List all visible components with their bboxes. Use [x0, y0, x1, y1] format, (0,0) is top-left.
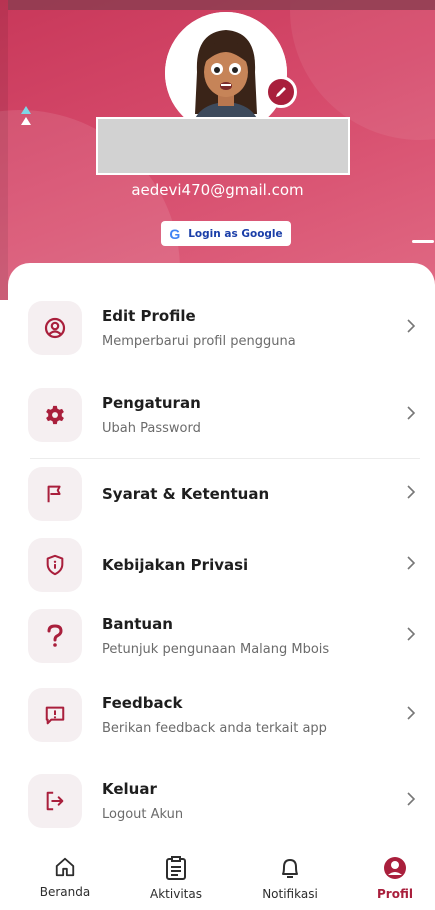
menu-item-subtitle: Memperbarui profil pengguna: [102, 334, 296, 349]
nav-label: Profil: [377, 887, 413, 901]
logout-icon: [28, 774, 82, 828]
scroll-indicator: [412, 240, 434, 243]
profile-header: aedevi470@gmail.com G Login as Google: [0, 0, 435, 300]
menu-item-pengaturan[interactable]: Pengaturan Ubah Password: [28, 387, 428, 443]
menu-item-title: Edit Profile: [102, 307, 196, 325]
login-google-button[interactable]: G Login as Google: [161, 221, 291, 246]
chevron-right-icon: [407, 556, 416, 570]
nav-notifikasi[interactable]: Notifikasi: [245, 856, 335, 901]
chevron-right-icon: [407, 792, 416, 806]
question-icon: [28, 609, 82, 663]
pencil-icon: [276, 87, 286, 97]
menu-item-title: Syarat & Ketentuan: [102, 485, 270, 503]
flag-icon: [28, 467, 82, 521]
shield-info-icon: [28, 538, 82, 592]
menu-item-edit-profile[interactable]: Edit Profile Memperbarui profil pengguna: [28, 300, 428, 356]
home-icon: [55, 857, 75, 877]
menu-item-subtitle: Berikan feedback anda terkait app: [102, 721, 327, 736]
nav-aktivitas[interactable]: Aktivitas: [131, 856, 221, 901]
menu-item-keluar[interactable]: Keluar Logout Akun: [28, 773, 428, 829]
menu-item-title: Feedback: [102, 694, 183, 712]
login-google-label: Login as Google: [188, 227, 283, 240]
feedback-icon: [28, 688, 82, 742]
menu-item-bantuan[interactable]: Bantuan Petunjuk pengunaan Malang Mbois: [28, 608, 428, 664]
menu-item-syarat-ketentuan[interactable]: Syarat & Ketentuan: [28, 466, 428, 522]
menu-item-subtitle: Ubah Password: [102, 421, 201, 436]
nav-beranda[interactable]: Beranda: [20, 856, 110, 899]
chevron-right-icon: [407, 706, 416, 720]
chevron-right-icon: [407, 319, 416, 333]
avatar-illustration: [165, 12, 287, 134]
nav-label: Aktivitas: [150, 887, 202, 901]
user-circle-icon: [28, 301, 82, 355]
menu-item-title: Bantuan: [102, 615, 173, 633]
clipboard-icon: [166, 856, 186, 880]
menu-item-title: Kebijakan Privasi: [102, 556, 249, 574]
menu-item-title: Keluar: [102, 780, 157, 798]
user-email: aedevi470@gmail.com: [131, 181, 304, 199]
name-placeholder: [96, 117, 350, 175]
profile-icon: [384, 857, 406, 879]
bottom-nav: Beranda Aktivitas Notifikasi Profil: [0, 850, 435, 910]
google-icon: G: [169, 225, 181, 242]
gear-icon: [28, 388, 82, 442]
chevron-right-icon: [407, 406, 416, 420]
menu-divider: [30, 458, 420, 459]
avatar[interactable]: [165, 12, 287, 134]
edit-avatar-button[interactable]: [265, 76, 297, 108]
menu-item-title: Pengaturan: [102, 394, 201, 412]
nav-label: Beranda: [39, 885, 91, 899]
nav-label: Notifikasi: [262, 887, 318, 901]
bell-icon: [282, 859, 298, 878]
menu-item-subtitle: Petunjuk pengunaan Malang Mbois: [102, 642, 330, 657]
scroll-arrows-icon: [21, 106, 31, 125]
menu-item-subtitle: Logout Akun: [102, 807, 184, 822]
nav-profil[interactable]: Profil: [350, 856, 435, 901]
edge-shadow: [0, 0, 8, 300]
menu-item-feedback[interactable]: Feedback Berikan feedback anda terkait a…: [28, 687, 428, 743]
chevron-right-icon: [407, 485, 416, 499]
status-strip: [8, 0, 435, 10]
chevron-right-icon: [407, 627, 416, 641]
menu-item-kebijakan-privasi[interactable]: Kebijakan Privasi: [28, 537, 428, 593]
